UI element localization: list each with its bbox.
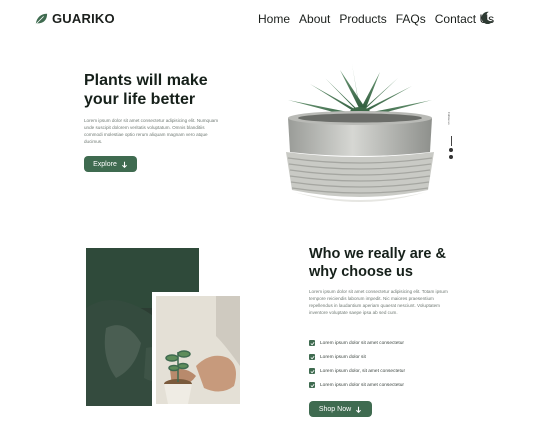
checkbox-icon <box>309 382 315 388</box>
main-nav: Home About Products FAQs Contact Us <box>258 12 503 26</box>
checklist-item-label: Lorem ipsum dolor sit <box>320 354 366 360</box>
shop-now-button-label: Shop Now <box>318 405 352 413</box>
moon-icon[interactable] <box>480 11 494 25</box>
brand-name: GUARIKO <box>52 11 115 26</box>
checklist-item-label: Lorem ipsum dolor, sit amet consectetur <box>320 368 406 374</box>
list-item: Lorem ipsum dolor, sit amet consectetur <box>309 364 459 378</box>
checkbox-icon <box>309 340 315 346</box>
features-checklist: Lorem ipsum dolor sit amet consectetur L… <box>309 336 459 392</box>
list-item: Lorem ipsum dolor sit <box>309 350 459 364</box>
list-item: Lorem ipsum dolor sit amet consectetur <box>309 378 459 392</box>
shop-now-button[interactable]: Shop Now <box>309 401 372 417</box>
seedling-hands-photo <box>152 292 244 408</box>
social-divider <box>451 136 452 146</box>
nav-products[interactable]: Products <box>339 12 386 26</box>
hero-description: Lorem ipsum dolor sit amet consectetur a… <box>84 118 219 144</box>
checklist-item-label: Lorem ipsum dolor sit amet consectetur <box>320 340 404 346</box>
arrow-down-icon <box>356 406 362 413</box>
checkbox-icon <box>309 368 315 374</box>
list-item: Lorem ipsum dolor sit amet consectetur <box>309 336 459 350</box>
brand-logo[interactable]: GUARIKO <box>34 11 115 26</box>
checkbox-icon <box>309 354 315 360</box>
nav-faqs[interactable]: FAQs <box>396 12 426 26</box>
explore-button[interactable]: Explore <box>84 156 137 172</box>
nav-home[interactable]: Home <box>258 12 290 26</box>
facebook-icon[interactable] <box>449 148 453 152</box>
about-title: Who we really are & why choose us <box>309 246 446 280</box>
succulent-pot-image <box>286 64 434 202</box>
nav-about[interactable]: About <box>299 12 330 26</box>
site-header: GUARIKO Home About Products FAQs Contact… <box>0 0 537 38</box>
arrow-down-icon <box>121 161 127 168</box>
hero-title: Plants will make your life better <box>84 72 208 108</box>
twitter-icon[interactable] <box>449 155 453 159</box>
social-follow-rail: Follow us <box>447 112 457 172</box>
explore-button-label: Explore <box>93 160 117 168</box>
about-description: Lorem ipsum dolor sit amet consectetur a… <box>309 289 448 315</box>
follow-us-label: Follow us <box>447 112 451 125</box>
checklist-item-label: Lorem ipsum dolor sit amet consectetur <box>320 382 404 388</box>
leaf-icon <box>35 13 48 25</box>
